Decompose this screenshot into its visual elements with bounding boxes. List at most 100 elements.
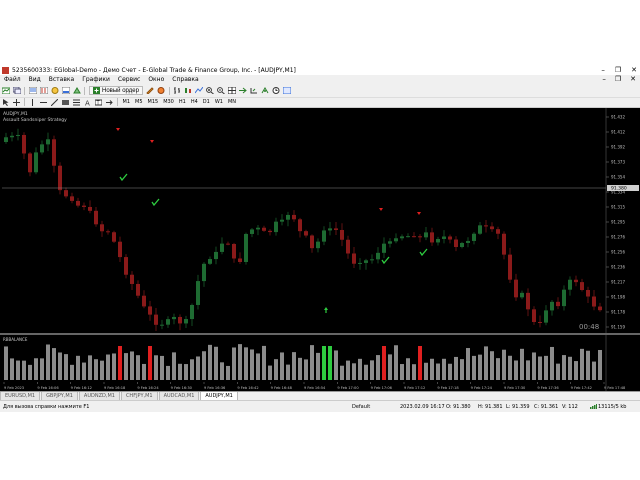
profiles-icon[interactable] [12, 87, 21, 95]
indicators-icon[interactable] [261, 87, 270, 95]
connection-icon [590, 404, 597, 411]
candlestick [196, 281, 200, 305]
volume-bar [136, 355, 140, 380]
candlestick [382, 243, 386, 253]
line-chart-icon[interactable] [195, 87, 204, 95]
text-tool-icon[interactable]: A [83, 98, 92, 106]
periods-icon[interactable] [272, 87, 281, 95]
timeframe-h4[interactable]: H4 [188, 99, 200, 105]
tile-windows-icon[interactable] [228, 87, 237, 95]
minimize-button[interactable]: – [601, 65, 605, 75]
candlestick [268, 230, 272, 233]
volume-bar [412, 364, 416, 380]
expert-advisors-icon[interactable] [157, 87, 166, 95]
status-profile[interactable]: Default [352, 404, 370, 410]
cursor-icon[interactable] [1, 98, 10, 106]
timeframe-mn[interactable]: MN [225, 99, 238, 105]
navigator-icon[interactable] [50, 87, 59, 95]
close-button[interactable]: ✕ [631, 65, 637, 75]
templates-icon[interactable] [283, 87, 292, 95]
volume-bar [430, 358, 434, 380]
status-traffic: 13115/5 kb [598, 404, 627, 410]
arrow-tool-icon[interactable] [105, 98, 114, 106]
time-tick-label: 9 Feb 17:06 [371, 386, 393, 390]
fibonacci-icon[interactable] [72, 98, 81, 106]
candlestick [34, 152, 38, 173]
chart-window[interactable]: 91.432 91.412 91.392 91.373 91.354 91.334 91.3… [0, 108, 640, 391]
menu-insert[interactable]: Вставка [45, 76, 78, 83]
candlestick-icon[interactable] [184, 87, 193, 95]
status-help-text: Для вызова справки нажмите F1 [3, 404, 90, 410]
child-minimize-button[interactable]: – [602, 75, 606, 84]
menu-help[interactable]: Справка [168, 76, 202, 83]
volume-bar [574, 361, 578, 380]
zoom-out-icon[interactable] [217, 87, 226, 95]
child-restore-button[interactable]: ❐ [615, 75, 621, 84]
volume-bar [496, 358, 500, 380]
timeframe-h1[interactable]: H1 [176, 99, 188, 105]
menu-file[interactable]: Файл [0, 76, 25, 83]
vertical-line-icon[interactable] [28, 98, 37, 106]
candlestick [130, 274, 134, 284]
volume-bar [256, 353, 260, 380]
candlestick [346, 239, 350, 254]
timeframe-d1[interactable]: D1 [200, 99, 212, 105]
time-tick-label: 9 Feb 16:30 [171, 386, 193, 390]
data-window-icon[interactable] [39, 87, 48, 95]
candlestick [94, 210, 98, 225]
channel-icon[interactable] [61, 98, 70, 106]
timeframe-m30[interactable]: M30 [161, 99, 177, 105]
menu-window[interactable]: Окно [144, 76, 168, 83]
child-close-button[interactable]: ✕ [630, 75, 636, 84]
menu-tools[interactable]: Сервис [114, 76, 144, 83]
candlestick [16, 134, 20, 136]
crosshair-icon[interactable] [12, 98, 21, 106]
auto-scroll-icon[interactable] [239, 87, 248, 95]
candlestick [58, 165, 62, 191]
signal-check-mark [151, 198, 160, 207]
volume-bar [160, 355, 164, 380]
new-chart-icon[interactable] [1, 87, 10, 95]
candlestick [166, 319, 170, 325]
candlestick [88, 206, 92, 211]
candlestick [124, 257, 128, 275]
svg-text:A: A [85, 99, 90, 106]
meta-editor-icon[interactable] [146, 87, 155, 95]
menu-bar: Файл Вид Вставка Графики Сервис Окно Спр… [0, 75, 640, 84]
horizontal-line-icon[interactable] [39, 98, 48, 106]
volume-bar [34, 358, 38, 380]
menu-charts[interactable]: Графики [78, 76, 114, 83]
volume-bar [490, 351, 494, 380]
menu-view[interactable]: Вид [25, 76, 45, 83]
candlestick [550, 301, 554, 311]
market-watch-icon[interactable] [28, 87, 37, 95]
strategy-tester-icon[interactable] [72, 87, 81, 95]
label-tool-icon[interactable]: T [94, 98, 103, 106]
volume-bar [454, 356, 458, 380]
zoom-in-icon[interactable] [206, 87, 215, 95]
maximize-button[interactable]: ❐ [615, 65, 621, 75]
candlestick [82, 205, 86, 207]
trendline-icon[interactable] [50, 98, 59, 106]
timeframe-w1[interactable]: W1 [212, 99, 225, 105]
terminal-icon[interactable] [61, 87, 70, 95]
timeframe-m15[interactable]: M15 [145, 99, 161, 105]
chart-shift-icon[interactable] [250, 87, 259, 95]
price-chart[interactable]: 91.43291.41291.39291.37391.35491.33491.3… [0, 108, 640, 391]
candlestick [250, 229, 254, 234]
time-tick-label: 9 Feb 17:24 [471, 386, 493, 390]
new-order-button[interactable]: Новый ордер [89, 86, 143, 95]
candlestick [274, 221, 278, 233]
bar-chart-icon[interactable] [173, 87, 182, 95]
volume-bar [556, 363, 560, 380]
candlestick [244, 233, 248, 262]
timeframe-m5[interactable]: M5 [133, 99, 146, 105]
candlestick [28, 153, 32, 173]
time-tick-label: 9 Feb 16:12 [71, 386, 92, 390]
timeframe-m1[interactable]: M1 [120, 99, 133, 105]
candlestick [172, 316, 176, 320]
candlestick [328, 228, 332, 231]
price-tick-label: 91.217 [611, 280, 625, 285]
time-tick-label: 9 Feb 17:30 [504, 386, 526, 390]
volume-bar [424, 362, 428, 380]
